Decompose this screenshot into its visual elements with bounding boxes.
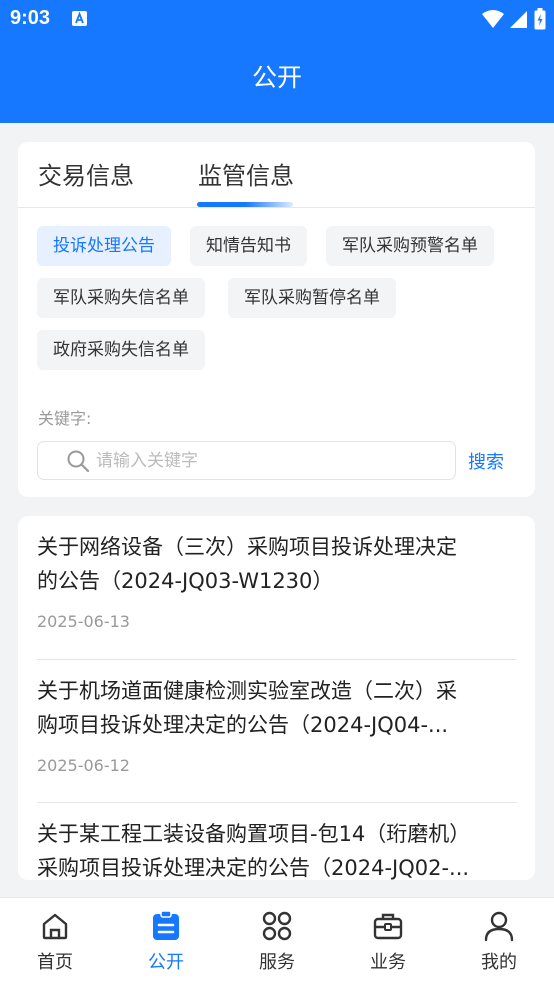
- list-item[interactable]: 关于机场道面健康检测实验室改造（二次）采 购项目投诉处理决定的公告（2024-J…: [37, 674, 517, 775]
- nav-home-label: 首页: [37, 952, 73, 973]
- nav-public[interactable]: 公开: [111, 910, 221, 974]
- briefcase-icon: [373, 913, 403, 940]
- search-input[interactable]: [96, 445, 446, 477]
- keyword-label: 关键字:: [38, 409, 92, 428]
- search-icon: [67, 450, 90, 473]
- signal-icon: [510, 11, 527, 28]
- user-icon: [484, 911, 514, 942]
- nav-service-label: 服务: [259, 952, 295, 973]
- nav-home[interactable]: 首页: [0, 910, 110, 974]
- app-header: 9:03 公开: [0, 0, 554, 123]
- search-button[interactable]: 搜索: [468, 448, 504, 474]
- wifi-icon: [482, 10, 504, 28]
- tab-supervision-info[interactable]: 监管信息: [198, 156, 294, 191]
- divider: [37, 659, 517, 660]
- chip-informed-notice[interactable]: 知情告知书: [190, 226, 307, 266]
- status-bar: 9:03: [0, 0, 554, 40]
- nav-mine-label: 我的: [481, 952, 517, 973]
- chip-military-dishonest-list[interactable]: 军队采购失信名单: [37, 278, 205, 318]
- home-icon: [42, 913, 68, 940]
- page-title: 公开: [251, 63, 302, 92]
- list-item-title: 关于某工程工装设备购置项目-包14（珩磨机） 采购项目投诉处理决定的公告（202…: [37, 822, 471, 880]
- filter-card: 交易信息 监管信息 投诉处理公告 知情告知书 军队采购预警名单 军队采购失信名单…: [18, 142, 535, 497]
- list-item-title: 关于网络设备（三次）采购项目投诉处理决定 的公告（2024-JQ03-W1230…: [37, 535, 457, 593]
- status-icons: [482, 8, 546, 30]
- nav-mine[interactable]: 我的: [444, 910, 554, 974]
- announcement-list: 关于网络设备（三次）采购项目投诉处理决定 的公告（2024-JQ03-W1230…: [18, 516, 535, 880]
- nav-service[interactable]: 服务: [222, 910, 332, 974]
- list-item-date: 2025-06-12: [37, 756, 130, 775]
- list-item[interactable]: 关于某工程工装设备购置项目-包14（珩磨机） 采购项目投诉处理决定的公告（202…: [37, 817, 517, 880]
- info-tabs: 交易信息 监管信息: [18, 142, 535, 208]
- list-item-date: 2025-06-13: [37, 612, 130, 631]
- chip-government-dishonest-list[interactable]: 政府采购失信名单: [37, 330, 205, 370]
- nav-business-label: 业务: [370, 952, 406, 973]
- divider: [37, 802, 517, 803]
- tab-trade-info[interactable]: 交易信息: [38, 156, 134, 191]
- battery-icon: [534, 8, 546, 30]
- search-box[interactable]: [37, 441, 456, 480]
- bottom-nav: 首页 公开 服务 业务 我的: [0, 897, 554, 985]
- list-item-title: 关于机场道面健康检测实验室改造（二次）采 购项目投诉处理决定的公告（2024-J…: [37, 679, 457, 737]
- chip-complaint-notice[interactable]: 投诉处理公告: [37, 226, 171, 266]
- clipboard-icon: [153, 910, 179, 940]
- chip-military-warning-list[interactable]: 军队采购预警名单: [326, 226, 494, 266]
- chip-military-suspended-list[interactable]: 军队采购暂停名单: [228, 278, 396, 318]
- nav-business[interactable]: 业务: [333, 910, 443, 974]
- status-time: 9:03: [10, 7, 51, 29]
- list-item[interactable]: 关于网络设备（三次）采购项目投诉处理决定 的公告（2024-JQ03-W1230…: [37, 530, 517, 631]
- grid-icon: [262, 911, 292, 941]
- active-tab-indicator: [197, 202, 293, 207]
- nav-public-label: 公开: [148, 952, 184, 973]
- app-notification-icon: [72, 11, 87, 26]
